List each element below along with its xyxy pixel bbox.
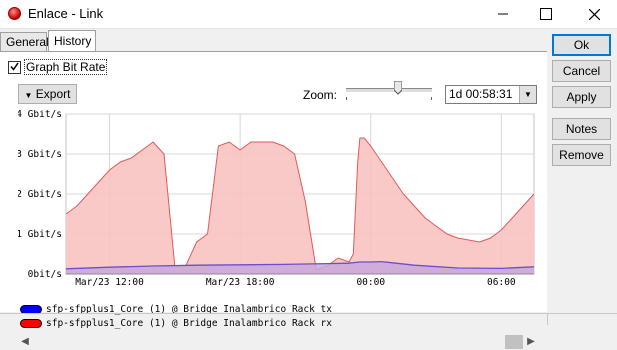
notes-button[interactable]: Notes: [552, 118, 611, 140]
y-tick-label: 3 Gbit/s: [18, 149, 62, 160]
scroll-left-icon[interactable]: ◀: [18, 334, 32, 350]
export-label: Export: [35, 87, 71, 101]
checkmark-icon: [10, 62, 19, 71]
window-title: Enlace - Link: [28, 6, 104, 21]
zoom-label: Zoom:: [303, 88, 338, 102]
export-button[interactable]: ▼ Export: [18, 84, 77, 104]
y-tick-label: 1 Gbit/s: [18, 229, 62, 240]
maximize-icon: [540, 8, 552, 20]
title-bar: Enlace - Link: [0, 0, 617, 29]
x-tick-label: 00:00: [356, 277, 385, 286]
x-tick-label: 06:00: [487, 277, 516, 286]
zoom-select[interactable]: 1d 00:58:31 ▼: [445, 85, 537, 104]
close-icon: [588, 8, 600, 20]
app-icon: [8, 7, 21, 20]
graph-bit-rate-label[interactable]: Graph Bit Rate: [24, 59, 108, 75]
minimize-icon: [498, 13, 508, 15]
y-tick-label: 2 Gbit/s: [18, 189, 62, 200]
y-tick-label: 0bit/s: [28, 269, 62, 280]
slider-tick: [346, 97, 347, 100]
dropdown-arrow-icon: ▼: [24, 91, 33, 100]
apply-button[interactable]: Apply: [552, 86, 611, 108]
cancel-button[interactable]: Cancel: [552, 60, 611, 82]
x-tick-label: Mar/23 12:00: [75, 277, 144, 286]
scrollbar-thumb[interactable]: [505, 335, 523, 349]
chevron-down-icon[interactable]: ▼: [519, 86, 536, 103]
minimize-button[interactable]: [480, 0, 526, 28]
status-separator: [547, 313, 548, 325]
zoom-slider[interactable]: [346, 88, 432, 93]
y-tick-label: 4 Gbit/s: [18, 110, 62, 120]
zoom-value: 1d 00:58:31: [449, 87, 513, 101]
tab-history[interactable]: History: [48, 30, 96, 52]
tab-general[interactable]: General: [0, 32, 49, 51]
history-panel: Graph Bit Rate ▼ Export Zoom: 1d 00:58:3…: [0, 51, 547, 350]
horizontal-scrollbar[interactable]: ◀ ▶: [18, 334, 538, 350]
zoom-slider-thumb[interactable]: [393, 81, 402, 95]
graph-bit-rate-checkbox[interactable]: [8, 61, 21, 74]
maximize-button[interactable]: [523, 0, 569, 28]
remove-button[interactable]: Remove: [552, 144, 611, 166]
scroll-right-icon[interactable]: ▶: [524, 334, 538, 350]
status-bar: [0, 313, 617, 326]
slider-tick: [431, 97, 432, 100]
traffic-chart: 4 Gbit/s 3 Gbit/s 2 Gbit/s 1 Gbit/s 0bit/s Ma…: [18, 110, 535, 286]
x-tick-label: Mar/23 18:00: [206, 277, 275, 286]
ok-button[interactable]: Ok: [552, 34, 611, 56]
close-button[interactable]: [571, 0, 617, 28]
